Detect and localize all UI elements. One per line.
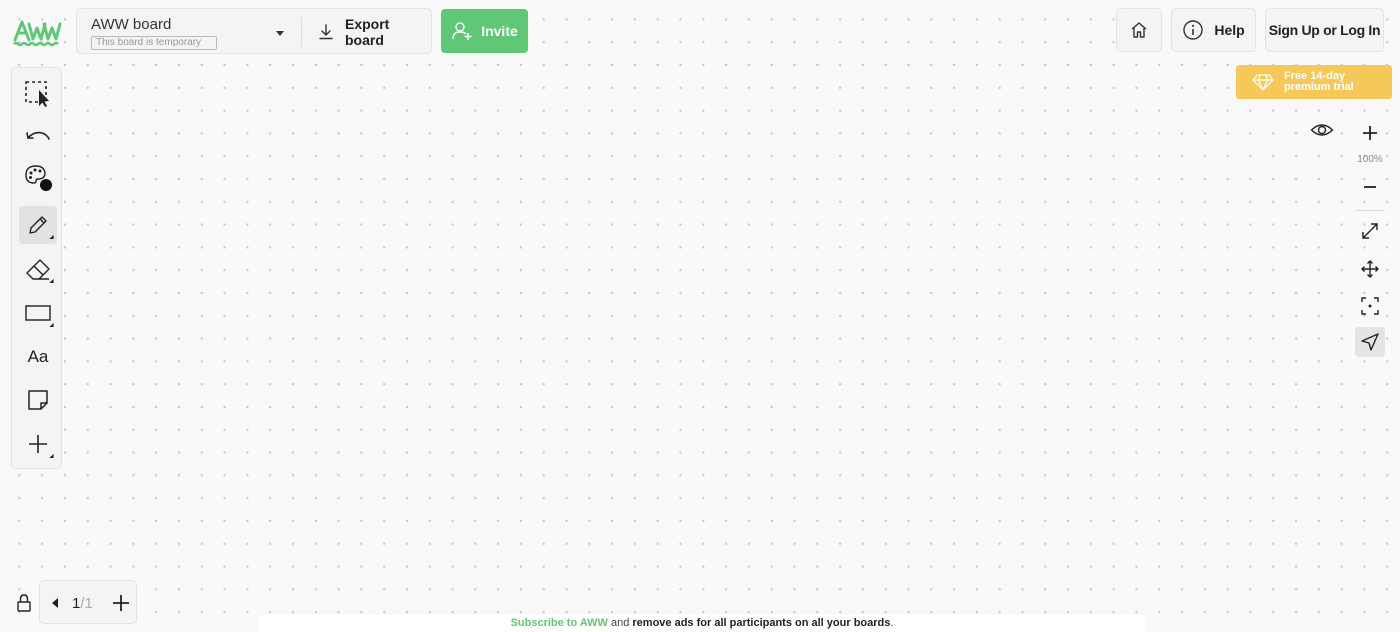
fit-to-screen-button[interactable] (1355, 216, 1385, 246)
previous-page-button[interactable] (46, 593, 64, 613)
board-name[interactable]: AWW board (91, 16, 171, 33)
lock-icon (15, 593, 33, 613)
page-indicator: 1/1 (72, 595, 93, 612)
download-icon (317, 23, 335, 41)
login-label: Sign Up or Log In (1268, 22, 1381, 38)
trial-label: Free 14-day premium trial (1284, 70, 1354, 93)
plus-icon (27, 433, 49, 455)
navigate-button[interactable] (1355, 327, 1385, 357)
plus-icon (113, 595, 129, 611)
expand-icon (1360, 221, 1380, 241)
zoom-in-button[interactable] (1355, 118, 1385, 148)
color-picker-tool[interactable] (19, 159, 57, 197)
view-mode-button[interactable] (1304, 114, 1340, 146)
zoom-out-icon (1362, 179, 1378, 195)
tool-panel: Aa (11, 67, 62, 469)
add-user-icon (451, 21, 473, 41)
export-board-label: Export board (345, 16, 390, 48)
submenu-arrow-icon (49, 453, 56, 461)
eraser-tool[interactable] (19, 250, 57, 288)
eye-icon (1310, 122, 1334, 138)
banner-text: and (607, 617, 633, 629)
banner-end: . (890, 617, 894, 629)
select-icon (24, 80, 52, 108)
temporary-badge: This board is temporary (91, 36, 217, 50)
move-icon (1360, 259, 1380, 279)
divider (1355, 210, 1385, 211)
sign-up-login-button[interactable]: Sign Up or Log In (1265, 8, 1384, 52)
submenu-arrow-icon (49, 234, 56, 242)
text-icon: Aa (27, 347, 49, 366)
select-tool[interactable] (19, 75, 57, 113)
navigation-arrow-icon (1360, 332, 1380, 352)
sticky-note-icon (26, 388, 50, 412)
premium-trial-button[interactable]: Free 14-day premium trial (1236, 65, 1392, 99)
total-pages: 1 (84, 595, 93, 612)
eraser-icon (25, 258, 51, 280)
zoom-level: 100% (1357, 154, 1383, 165)
lock-board-button[interactable] (14, 592, 34, 614)
text-tool[interactable]: Aa (19, 338, 57, 376)
zoom-in-icon (1362, 125, 1378, 141)
focus-icon (1360, 296, 1380, 316)
divider (301, 17, 302, 47)
undo-icon (25, 127, 51, 147)
palette-icon (23, 164, 53, 192)
pan-button[interactable] (1355, 254, 1385, 284)
export-board-button[interactable]: Export board (313, 9, 431, 55)
submenu-arrow-icon (49, 322, 56, 330)
rectangle-icon (24, 303, 52, 323)
sticky-note-tool[interactable] (19, 381, 57, 419)
help-label: Help (1214, 22, 1245, 38)
add-page-button[interactable] (110, 592, 132, 614)
invite-button[interactable]: Invite (441, 9, 528, 53)
help-button[interactable]: Help (1171, 8, 1256, 52)
zoom-out-button[interactable] (1355, 172, 1385, 202)
undo-button[interactable] (19, 118, 57, 156)
diamond-icon (1252, 73, 1274, 91)
board-header: AWW board This board is temporary Export… (76, 8, 432, 54)
home-icon (1129, 20, 1149, 40)
invite-label: Invite (481, 23, 518, 39)
chevron-down-icon[interactable] (273, 26, 287, 40)
shape-tool[interactable] (19, 294, 57, 332)
more-tools-button[interactable] (19, 425, 57, 463)
chevron-left-icon (52, 598, 58, 608)
subscribe-link[interactable]: Subscribe to AWW (511, 617, 608, 629)
banner-bold-text: remove ads for all participants on all y… (632, 617, 891, 629)
home-button[interactable] (1116, 8, 1162, 52)
pencil-icon (27, 214, 49, 236)
center-view-button[interactable] (1355, 291, 1385, 321)
aww-logo[interactable] (12, 18, 62, 48)
logo-mark (13, 20, 62, 47)
pen-tool[interactable] (19, 206, 57, 244)
subscribe-banner: Subscribe to AWW and remove ads for all … (259, 615, 1145, 632)
info-icon (1182, 19, 1204, 41)
page-navigator: 1/1 (39, 580, 137, 624)
